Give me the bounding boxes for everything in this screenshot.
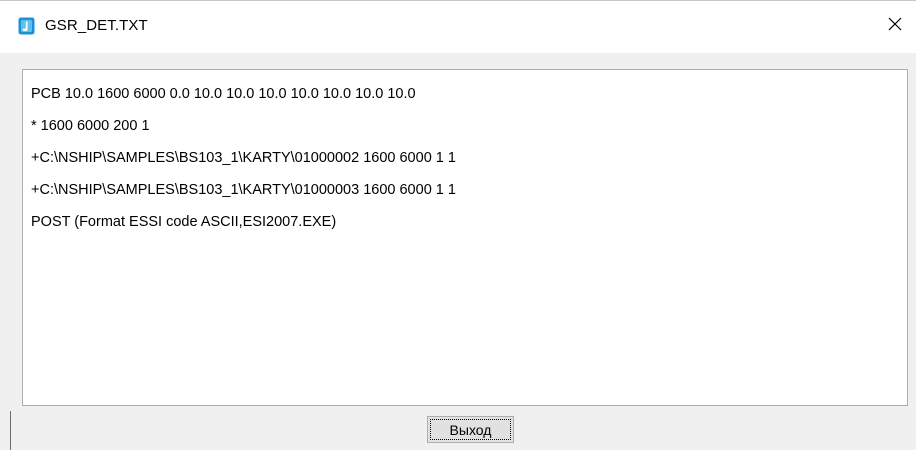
- window-title: GSR_DET.TXT: [45, 17, 148, 34]
- text-line-4: +C:\NSHIP\SAMPLES\BS103_1\KARTY\01000003…: [31, 182, 456, 198]
- dialog-client-area: PCB 10.0 1600 6000 0.0 10.0 10.0 10.0 10…: [0, 53, 916, 450]
- text-line-2: * 1600 6000 200 1: [31, 118, 150, 134]
- exit-button-label: Выход: [430, 419, 511, 440]
- text-line-3: +C:\NSHIP\SAMPLES\BS103_1\KARTY\01000002…: [31, 150, 456, 166]
- window-left-edge: [10, 411, 11, 450]
- title-bar[interactable]: GSR_DET.TXT: [0, 1, 916, 53]
- file-content-textbox[interactable]: PCB 10.0 1600 6000 0.0 10.0 10.0 10.0 10…: [22, 69, 908, 406]
- text-line-5: POST (Format ESSI code ASCII,ESI2007.EXE…: [31, 214, 337, 230]
- close-icon: [888, 17, 902, 36]
- exit-button[interactable]: Выход: [427, 416, 514, 443]
- text-line-1: PCB 10.0 1600 6000 0.0 10.0 10.0 10.0 10…: [31, 86, 416, 102]
- app-icon: [18, 17, 35, 35]
- close-button[interactable]: [880, 11, 910, 41]
- dialog-window: GSR_DET.TXT PCB 10.0 1600 6000 0.0 10.0 …: [0, 0, 916, 450]
